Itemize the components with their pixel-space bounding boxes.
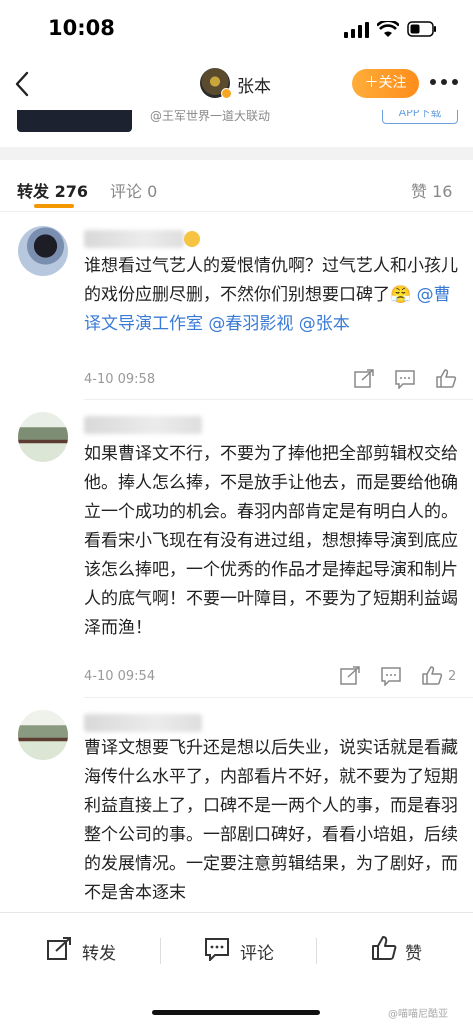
tab-comment[interactable]: 评论 0 <box>110 178 157 202</box>
comment-button[interactable]: 评论 <box>204 935 284 965</box>
signal-icon <box>344 22 369 38</box>
home-indicator <box>152 1010 320 1015</box>
share-icon[interactable] <box>339 666 361 686</box>
share-icon <box>47 937 71 960</box>
post-source: @王军世界一道大联动 <box>150 110 271 123</box>
avatar[interactable] <box>18 412 68 462</box>
badge-icon <box>184 231 200 247</box>
tab-indicator <box>34 204 74 208</box>
divider <box>160 938 161 964</box>
avatar[interactable] <box>18 710 68 760</box>
username-blurred[interactable] <box>84 230 184 248</box>
repost-label: 转发 <box>82 944 116 964</box>
comment-time: 4-10 09:54 <box>84 669 156 684</box>
weibo-repost-page: 10:08 张本 ＋关注 @王军世界一道大联动 APP下载 转发 276 评论 … <box>0 0 473 1024</box>
username-blurred[interactable] <box>84 714 202 732</box>
like-icon <box>372 936 397 960</box>
comment-text: 如果曹译文不行，不要为了捧他把全部剪辑权交给他。捧人怎么捧，不是放手让他去，而是… <box>84 444 458 638</box>
section-gap <box>0 147 473 160</box>
app-download-button[interactable]: APP下载 <box>382 110 458 124</box>
like-button[interactable]: 赞 <box>371 935 431 965</box>
back-icon[interactable] <box>12 70 34 98</box>
post-thumbnail[interactable] <box>17 110 132 132</box>
page-title: 张本 <box>237 77 271 97</box>
comment-icon[interactable] <box>380 666 402 686</box>
comment-text: 谁想看过气艺人的爱恨情仇啊？过气艺人和小孩儿的戏份应删尽删，不然你们别想要口碑了… <box>84 252 460 339</box>
like-icon[interactable] <box>421 665 443 685</box>
like-icon[interactable] <box>435 368 457 388</box>
list-item: 曹译文想要飞升还是想以后失业，说实话就是看藏海传什么水平了，内部看片不好，就不要… <box>0 698 473 912</box>
verified-badge <box>221 88 232 99</box>
divider <box>84 399 473 400</box>
like-count: 2 <box>448 669 457 684</box>
tab-repost[interactable]: 转发 276 <box>17 178 88 202</box>
watermark: @喵喵尼酷亚 <box>388 1009 448 1020</box>
share-icon[interactable] <box>353 369 375 389</box>
comment-text: 曹译文想要飞升还是想以后失业，说实话就是看藏海传什么水平了，内部看片不好，就不要… <box>84 738 458 903</box>
follow-button[interactable]: ＋关注 <box>352 69 419 98</box>
status-time: 10:08 <box>48 16 115 40</box>
comment-icon <box>205 938 229 961</box>
emoji-icon: 😤 <box>390 285 412 305</box>
comment-icon[interactable] <box>394 369 416 389</box>
like-label: 赞 <box>405 944 422 964</box>
comment-label: 评论 <box>240 944 274 964</box>
divider <box>316 938 317 964</box>
tab-like[interactable]: 赞 16 <box>411 178 452 202</box>
original-post-peek: @王军世界一道大联动 APP下载 <box>0 110 473 147</box>
wifi-icon <box>377 21 399 37</box>
comment-time: 4-10 09:58 <box>84 372 156 387</box>
tab-bar: 转发 276 评论 0 赞 16 <box>0 160 473 212</box>
nav-bar: 张本 ＋关注 <box>0 58 473 110</box>
username-blurred[interactable] <box>84 416 202 434</box>
battery-icon <box>407 21 436 37</box>
repost-button[interactable]: 转发 <box>46 935 126 965</box>
more-icon[interactable] <box>428 72 460 92</box>
status-bar: 10:08 <box>0 0 473 58</box>
avatar[interactable] <box>18 226 68 276</box>
